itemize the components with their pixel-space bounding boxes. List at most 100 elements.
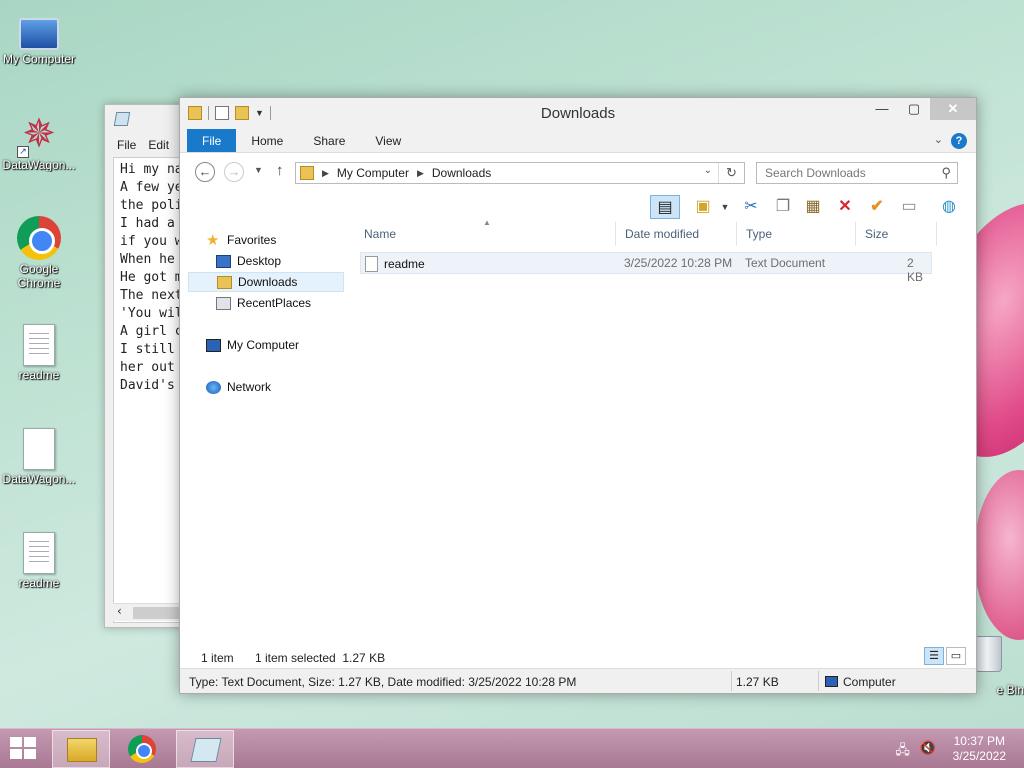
ribbon-tabs: File Home Share View ⌄ ? bbox=[180, 129, 976, 153]
volume-muted-icon[interactable]: 🔇 bbox=[920, 741, 936, 763]
expand-ribbon-icon[interactable]: ⌄ bbox=[934, 133, 943, 146]
desktop-icon bbox=[216, 254, 231, 268]
up-button[interactable]: ↑ bbox=[276, 162, 284, 179]
network-status-icon[interactable]: 🖧 bbox=[895, 741, 910, 763]
blank-file-icon bbox=[23, 428, 55, 470]
globe-icon[interactable]: ◍ bbox=[936, 195, 962, 219]
details-size: 1.27 KB bbox=[736, 675, 779, 689]
details-bar: Type: Text Document, Size: 1.27 KB, Date… bbox=[180, 668, 976, 693]
maximize-button[interactable]: ▢ bbox=[898, 98, 930, 120]
desktop-icon-label: DataWagon... bbox=[2, 472, 76, 486]
datawagon-icon: ✵ ↗ bbox=[17, 112, 61, 158]
text-file-icon bbox=[23, 324, 55, 366]
search-input[interactable]: Search Downloads ⚲ bbox=[756, 162, 958, 184]
nav-network[interactable]: Network bbox=[206, 377, 271, 397]
chrome-icon bbox=[128, 735, 156, 763]
rename-icon[interactable]: ▭ bbox=[896, 195, 922, 219]
search-icon: ⚲ bbox=[941, 165, 951, 180]
desktop-icon-label: Google Chrome bbox=[17, 262, 61, 290]
tab-share[interactable]: Share bbox=[298, 129, 360, 152]
recent-locations-icon[interactable]: ▼ bbox=[254, 165, 263, 175]
clock[interactable]: 10:37 PM 3/25/2022 bbox=[953, 734, 1006, 764]
details-location: Computer bbox=[825, 675, 896, 689]
chrome-icon bbox=[17, 216, 61, 260]
tab-home[interactable]: Home bbox=[236, 129, 298, 152]
close-button[interactable]: ✕ bbox=[930, 98, 976, 120]
file-row[interactable]: readme 3/25/2022 10:28 PM Text Document … bbox=[360, 252, 932, 284]
copy-icon[interactable]: ❐ bbox=[770, 195, 796, 219]
menu-edit[interactable]: Edit bbox=[148, 138, 169, 152]
refresh-button[interactable]: ↻ bbox=[718, 163, 744, 183]
window-title: Downloads bbox=[540, 105, 616, 122]
tab-file[interactable]: File bbox=[187, 129, 237, 152]
navigation-bar: ← → ▼ ↑ ▶ My Computer ▶ Downloads ⌄ ↻ Se… bbox=[180, 153, 976, 191]
view-buttons: ☰ ▭ bbox=[924, 647, 966, 665]
command-toolbar: ▤ ▣ ▼ ✂ ❐ ▦ ✕ ✔ ▭ ◍ bbox=[180, 191, 976, 221]
desktop-icon-readme-2[interactable]: readme bbox=[0, 532, 78, 590]
details-view-button[interactable]: ☰ bbox=[924, 647, 944, 665]
chevron-right-icon[interactable]: ▶ bbox=[417, 168, 424, 179]
back-button[interactable]: ← bbox=[195, 162, 215, 182]
desktop-icon-label: DataWagon... bbox=[2, 158, 76, 172]
nav-favorites[interactable]: ★ Favorites bbox=[206, 230, 276, 250]
delete-icon[interactable]: ✕ bbox=[832, 195, 858, 219]
file-name-cell: readme bbox=[361, 256, 425, 272]
nav-desktop[interactable]: Desktop bbox=[216, 251, 281, 271]
desktop-icon-datawagon[interactable]: ✵ ↗ DataWagon... bbox=[0, 112, 78, 172]
address-bar[interactable]: ▶ My Computer ▶ Downloads ⌄ ↻ bbox=[295, 162, 745, 184]
desktop-icon-datawagon-file[interactable]: DataWagon... bbox=[0, 428, 78, 486]
checkmark-icon[interactable]: ✔ bbox=[864, 195, 890, 219]
column-header-name[interactable]: Name bbox=[356, 222, 616, 246]
recent-places-icon bbox=[216, 296, 231, 310]
clock-time: 10:37 PM bbox=[953, 734, 1005, 748]
large-icons-view-button[interactable]: ▭ bbox=[946, 647, 966, 665]
nav-downloads[interactable]: Downloads bbox=[188, 272, 344, 292]
cut-icon[interactable]: ✂ bbox=[738, 195, 764, 219]
window-controls: — ▢ ✕ bbox=[866, 98, 976, 120]
recycle-bin-label: e Bin bbox=[996, 683, 1024, 697]
nav-recent-places[interactable]: RecentPlaces bbox=[216, 293, 311, 313]
desktop-icon-my-computer[interactable]: My Computer bbox=[0, 12, 78, 66]
layout-pane-button[interactable]: ▤ bbox=[650, 195, 680, 219]
title-bar[interactable]: ▼ Downloads — ▢ ✕ bbox=[180, 98, 976, 129]
downloads-folder-icon bbox=[217, 275, 232, 289]
taskbar-file-explorer[interactable] bbox=[52, 730, 110, 768]
network-icon bbox=[206, 380, 221, 394]
chevron-right-icon[interactable]: ▶ bbox=[322, 168, 329, 179]
paste-icon[interactable]: ▦ bbox=[800, 195, 826, 219]
taskbar-chrome[interactable] bbox=[114, 730, 172, 768]
start-button[interactable] bbox=[10, 737, 38, 761]
explorer-window[interactable]: ▼ Downloads — ▢ ✕ File Home Share View ⌄… bbox=[179, 97, 977, 694]
nav-my-computer[interactable]: My Computer bbox=[206, 335, 299, 355]
breadcrumb-my-computer[interactable]: My Computer bbox=[337, 166, 409, 180]
column-header-type[interactable]: Type bbox=[738, 222, 856, 246]
desktop-icon-chrome[interactable]: Google Chrome bbox=[0, 216, 78, 290]
file-list: ▲ Name Date modified Type Size readme 3/… bbox=[356, 218, 976, 642]
column-header-size[interactable]: Size bbox=[857, 222, 937, 246]
desktop-icon-readme[interactable]: readme bbox=[0, 324, 78, 382]
file-type-cell: Text Document bbox=[745, 256, 826, 270]
column-header-date[interactable]: Date modified bbox=[617, 222, 737, 246]
folder-icon bbox=[300, 166, 314, 180]
desktop-icon-label: readme bbox=[18, 368, 60, 382]
file-date-cell: 3/25/2022 10:28 PM bbox=[624, 256, 733, 270]
windows-logo-icon bbox=[10, 737, 22, 747]
menu-file[interactable]: File bbox=[117, 138, 136, 152]
chevron-down-icon[interactable]: ⌄ bbox=[704, 165, 712, 176]
tab-view[interactable]: View bbox=[360, 129, 416, 152]
scroll-left-icon[interactable]: ‹ bbox=[117, 604, 122, 618]
system-tray: 🖧 🔇 bbox=[895, 741, 936, 763]
chevron-down-icon[interactable]: ▼ bbox=[712, 195, 738, 219]
forward-button[interactable]: → bbox=[224, 162, 244, 182]
computer-icon bbox=[206, 338, 221, 352]
notepad-menubar: File Edit bbox=[117, 138, 169, 152]
item-count: 1 item bbox=[201, 651, 234, 665]
desktop-icon-label: My Computer bbox=[2, 52, 76, 66]
computer-icon bbox=[825, 676, 838, 687]
minimize-button[interactable]: — bbox=[866, 98, 898, 120]
breadcrumb-downloads[interactable]: Downloads bbox=[432, 166, 491, 180]
help-button[interactable]: ? bbox=[951, 133, 967, 149]
selection-info: 1 item selected 1.27 KB bbox=[255, 651, 386, 665]
star-icon: ★ bbox=[206, 231, 220, 249]
taskbar-notepad[interactable] bbox=[176, 730, 234, 768]
